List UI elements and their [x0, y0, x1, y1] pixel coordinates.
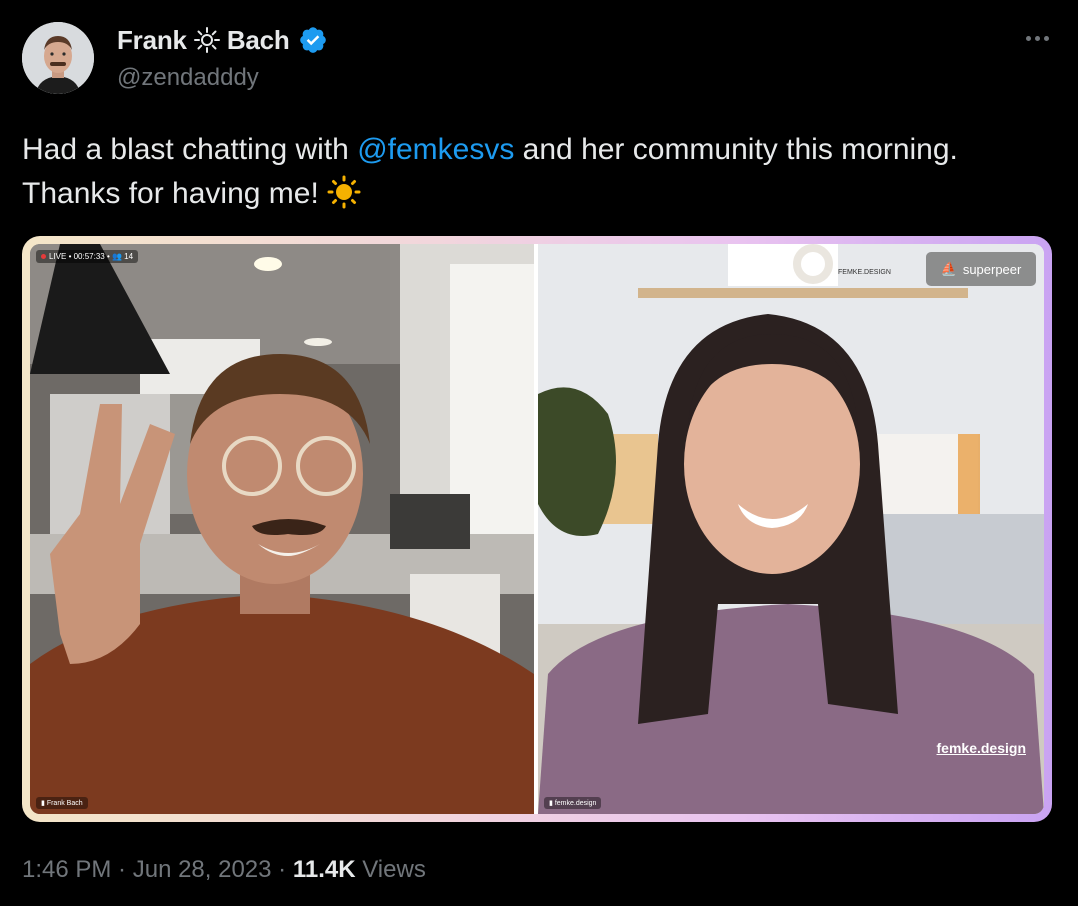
superpeer-badge: ⛵ superpeer — [926, 252, 1036, 286]
tweet-text: Had a blast chatting with @femkesvs and … — [22, 128, 1042, 222]
participant-name-tag-left: ▮ Frank Bach — [36, 797, 88, 809]
meta-separator: · — [111, 856, 133, 883]
shelf-sign-text: FEMKE.DESIGN — [838, 269, 891, 276]
superpeer-label: superpeer — [962, 261, 1022, 277]
femke-watermark: femke.design — [936, 740, 1026, 756]
author-handle[interactable]: @zendadddy — [117, 64, 328, 92]
sun-emoji-icon — [327, 175, 361, 222]
participant-name-tag-right: ▮ femke.design — [544, 797, 602, 809]
author-last-name[interactable]: Bach — [227, 25, 290, 56]
views-label: Views — [355, 856, 426, 883]
signal-icon: ▮ — [41, 800, 45, 807]
tweet-text-line2: Thanks for having me! — [22, 177, 328, 210]
verified-badge-icon[interactable] — [298, 25, 328, 55]
live-status-text: LIVE • 00:57:33 • 👥 14 — [49, 252, 134, 261]
kitchen-scene — [30, 244, 534, 814]
author-name-row[interactable]: Frank Bach — [117, 24, 328, 56]
participant-name-right: femke.design — [554, 800, 597, 807]
author-first-name[interactable]: Frank — [117, 25, 187, 56]
tweet-date[interactable]: Jun 28, 2023 — [133, 856, 272, 883]
meta-separator: · — [271, 856, 293, 883]
participant-video-right: FEMKE.DESIGN ⛵ superpeer femke.design ▮ — [538, 244, 1044, 814]
tweet-text-part: Had a blast chatting with — [22, 133, 358, 166]
participant-name-left: Frank Bach — [46, 800, 83, 807]
signal-icon: ▮ — [549, 800, 553, 807]
tweet-media-image[interactable]: LIVE • 00:57:33 • 👥 14 ▮ Frank Bach FEMK… — [22, 236, 1052, 822]
more-dot-icon — [1034, 35, 1040, 41]
sun-icon — [193, 27, 220, 53]
superpeer-logo-icon: ⛵ — [940, 261, 957, 276]
views-count: 11.4K — [292, 856, 356, 883]
live-status-badge: LIVE • 00:57:33 • 👥 14 — [36, 250, 139, 263]
live-indicator-icon — [41, 254, 46, 260]
tweet-meta: 1:46 PM · Jun 28, 2023 · 11.4K Views — [22, 856, 426, 884]
video-call-frame: LIVE • 00:57:33 • 👥 14 ▮ Frank Bach FEMK… — [30, 244, 1044, 814]
tweet-header: Frank Bach @zendadddy — [117, 24, 328, 92]
tweet-text-part: and her community this morning. — [514, 133, 958, 166]
avatar-photo — [22, 22, 94, 94]
more-dot-icon — [1043, 35, 1049, 41]
author-avatar[interactable] — [22, 22, 94, 94]
mention-link[interactable]: @femkesvs — [357, 133, 514, 166]
more-dot-icon — [1025, 35, 1031, 41]
more-options-button[interactable] — [1022, 28, 1052, 48]
participant-video-left: LIVE • 00:57:33 • 👥 14 ▮ Frank Bach — [30, 244, 534, 814]
tweet-time[interactable]: 1:46 PM — [22, 856, 111, 883]
room-scene: FEMKE.DESIGN — [538, 244, 1044, 814]
